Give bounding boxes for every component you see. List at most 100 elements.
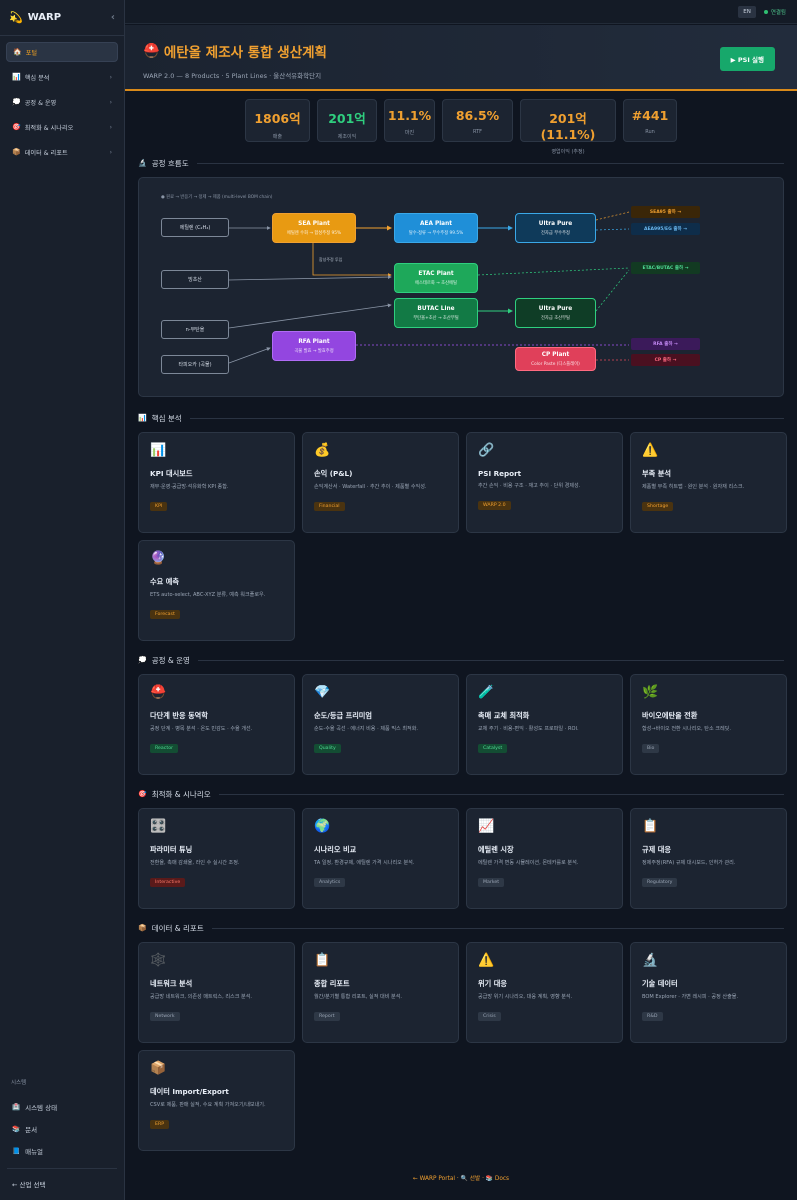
kpi-label: 제조이익 [337,134,357,140]
source-node: 빙초산 [161,270,229,289]
card-tag: KPI [150,501,168,511]
sidebar-item-4[interactable]: 📦 데이터 & 리포트 › [6,142,118,162]
kpi-value: 1806억 [254,111,301,126]
card-tag: R&D [642,1011,663,1021]
card-grid: 📊 KPI 대시보드 재무·운영·공급망·석유화학 KPI 종합. KPI 💰 손익 (P… [138,432,787,641]
section-title-text: 핵심 분석 [151,413,182,423]
sidebar-item-label: 데이터 & 리포트 [24,149,68,157]
kpi-card: 86.5% RTF [442,99,513,142]
card-tag: Shortage [642,501,674,511]
card-description: 정제주정(RFA) 규제 대시보드, 인허가 관리. [642,860,736,866]
card-title: 규제 대응 [642,845,671,854]
back-to-industry-link[interactable]: ← 산업 선택 [7,1173,117,1195]
system-item-icon: 🏥 [12,1103,21,1111]
plant-node-title: BUTAC Line [417,305,455,312]
language-toggle[interactable]: EN [738,5,756,18]
kpi-label: 매출 [272,134,283,140]
kpi-label: Run [645,129,655,135]
sidebar-item-label: 핵심 분석 [24,74,50,82]
system-item-0[interactable]: 🏥 시스템 상태 [7,1096,117,1118]
divider [189,417,784,419]
edge-label: 합성주정 투입 [319,257,343,262]
footer-links[interactable]: ← WARP Portal · 🔍 선발 · 📚 Docs [125,1173,797,1182]
nav-card[interactable]: ⛑️ 다단계 반응 동역학 공정 단계 · 병목 분석 · 온도 민감도 · 수율 … [138,674,295,775]
nav-card[interactable]: 🌍 시나리오 비교 TA 일정, 환경규제, 에틸렌 가격 시나리오 분석. Anal… [302,808,459,909]
card-title: 파라미터 튜닝 [150,845,193,854]
nav-card[interactable]: 🌿 바이오에탄올 전환 합성→바이오 전환 시나리오, 탄소 크레딧. Bio [630,674,787,775]
card-title: 에틸렌 시장 [478,845,514,854]
output-tag: ETAC/BUTAC 출하 → [631,262,700,274]
card-title: 바이오에탄올 전환 [642,711,698,720]
output-tag: AEA995/EG 출하 → [631,223,700,235]
plant-node-title: RFA Plant [298,338,330,345]
main-content: EN 연결됨 ⛑️ 에탄올 제조사 통합 생산계획 WARP 2.0 — 8 Pr… [125,0,797,1200]
section-title-text: 최적화 & 시나리오 [151,789,211,799]
plant-node-title: Ultra Pure [538,305,573,312]
card-description: CSV로 제품, 판매 실적, 수요 계획 가져오기/내보내기. [150,1102,266,1108]
card-icon: ⚠️ [642,443,659,458]
nav-card[interactable]: 🔮 수요 예측 ETS auto-select, ABC-XYZ 분류, 예측 워크… [138,540,295,641]
card-icon: ⛑️ [150,685,167,700]
nav-card[interactable]: 🔬 기술 데이터 BOM Explorer · 가변 레시피 · 공정 산출물. R&… [630,942,787,1043]
connection-label: 연결됨 [770,9,786,16]
connection-status: 연결됨 [763,8,786,16]
nav-icon: 📊 [12,73,21,81]
nav-card[interactable]: 🔗 PSI Report 추간 손익 · 비용 구조 · 재고 추이 · 단위 경제… [466,432,623,533]
card-description: 합성→바이오 전환 시나리오, 탄소 크레딧. [642,726,731,732]
card-description: 손익계산서 · Waterfall · 추간 추이 · 제품별 수익성. [314,484,427,490]
sidebar-item-0[interactable]: 🏠 포털 [6,42,118,62]
nav-icon: 💭 [12,98,21,106]
card-icon: 💎 [314,685,331,700]
card-description: 재무·운영·공급망·석유화학 KPI 종합. [150,484,229,490]
divider [196,162,784,164]
nav-card[interactable]: 💎 순도/등급 프리미엄 순도-수율 곡선 · 에너지 비용 · 제품 믹스 최적화… [302,674,459,775]
plant-node-sub: 곡물 발효 → 발효주정 [294,348,334,354]
sidebar-item-label: 공정 & 운영 [24,99,57,107]
nav-card[interactable]: ⚠️ 위기 대응 공급망 위기 시나리오, 대응 계획, 영향 분석. Crisis [466,942,623,1043]
card-icon: 📋 [642,819,659,834]
flow-section-title-text: 공정 흐름도 [151,158,189,168]
nav-card[interactable]: 💰 손익 (P&L) 손익계산서 · Waterfall · 추간 추이 · 제품별… [302,432,459,533]
system-item-icon: 📘 [12,1147,21,1155]
nav-card[interactable]: 📈 에틸렌 시장 에틸렌 가격 변동 시뮬레이션, 몬테카를로 분석. Market [466,808,623,909]
sidebar-item-3[interactable]: 🎯 최적화 & 시나리오 › [6,117,118,137]
sidebar-item-2[interactable]: 💭 공정 & 운영 › [6,92,118,112]
card-description: 전환율, 촉매 감쇄율, 라인 수 실시간 조정. [150,860,240,866]
system-item-label: 시스템 상태 [25,1104,58,1112]
psi-run-button[interactable]: ▶ PSI 실행 [719,47,775,71]
card-title: 종합 리포트 [314,979,350,988]
nav-icon: 🏠 [13,48,22,56]
nav-card[interactable]: 📋 종합 리포트 월간/분기별 통합 리포트, 실적 대비 분석. Report [302,942,459,1043]
plant-node-sub: 에스테르화 → 초산에틸 [415,280,457,286]
card-tag: Network [150,1011,180,1021]
brand[interactable]: 💫 WARP ‹ [0,0,124,36]
divider [218,793,784,795]
system-item-1[interactable]: 📚 문서 [7,1118,117,1140]
section-icon: 📦 [138,924,147,932]
card-icon: ⚠️ [478,953,495,968]
warp-logo-icon: 💫 [9,11,23,24]
nav-card[interactable]: 📊 KPI 대시보드 재무·운영·공급망·석유화학 KPI 종합. KPI [138,432,295,533]
card-description: 교체 주기 · 비용-편익 · 활성도 프로파일 · ROI. [478,726,579,732]
nav-card[interactable]: 🧪 촉매 교체 최적화 교체 주기 · 비용-편익 · 활성도 프로파일 · ROI… [466,674,623,775]
nav-card[interactable]: 🎛️ 파라미터 튜닝 전환율, 촉매 감쇄율, 라인 수 실시간 조정. Intera… [138,808,295,909]
card-icon: 🌍 [314,819,331,834]
nav-card[interactable]: ⚠️ 부족 분석 제품별 부족 히트맵 · 원인 분석 · 원자재 리스크. Shor… [630,432,787,533]
kpi-value: 86.5% [455,108,500,123]
card-tag: ERP [150,1119,170,1129]
nav-card[interactable]: 🕸️ 네트워크 분석 공급망 네트워크, 의존성 매트릭스, 리스크 분석. Netw… [138,942,295,1043]
section-icon: 🎯 [138,790,147,798]
sidebar-item-1[interactable]: 📊 핵심 분석 › [6,67,118,87]
card-title: 데이터 Import/Export [150,1087,229,1096]
card-description: 순도-수율 곡선 · 에너지 비용 · 제품 믹스 최적화. [314,726,419,732]
nav-card[interactable]: 📦 데이터 Import/Export CSV로 제품, 판매 실적, 수요 계획 … [138,1050,295,1151]
flow-section-title: 🔬 공정 흐름도 [138,156,784,170]
card-description: 공정 단계 · 병목 분석 · 온도 민감도 · 수율 개선. [150,726,253,732]
collapse-sidebar-icon[interactable]: ‹ [111,12,115,23]
card-icon: 🔬 [642,953,659,968]
card-title: 촉매 교체 최적화 [478,711,530,720]
nav-card[interactable]: 📋 규제 대응 정제주정(RFA) 규제 대시보드, 인허가 관리. Regulato… [630,808,787,909]
system-item-2[interactable]: 📘 매뉴얼 [7,1140,117,1162]
plant-node-title: Ultra Pure [538,220,573,227]
kpi-card: #441 Run [623,99,677,142]
